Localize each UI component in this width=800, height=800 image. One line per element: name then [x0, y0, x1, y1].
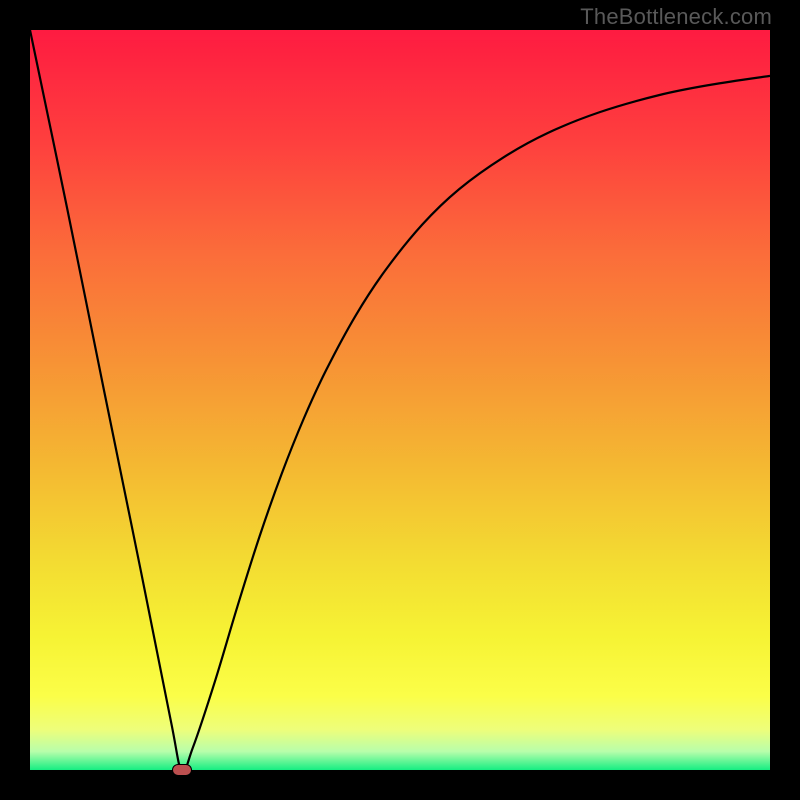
plot-area	[30, 30, 770, 770]
chart-background	[30, 30, 770, 770]
chart-svg	[30, 30, 770, 770]
watermark-text: TheBottleneck.com	[580, 4, 772, 30]
chart-container: TheBottleneck.com	[0, 0, 800, 800]
optimal-point-dot	[172, 764, 192, 776]
